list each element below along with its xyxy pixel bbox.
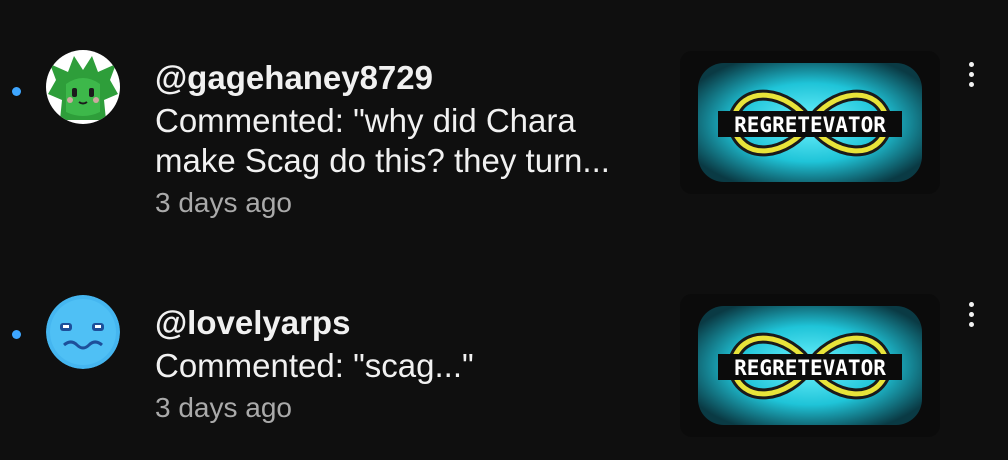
more-options-button[interactable] (956, 294, 986, 334)
notification-item[interactable]: @gagehaney8729 Commented: "why did Chara… (0, 0, 1008, 240)
comment-text: Commented: "why did Chara make Scag do t… (155, 102, 610, 179)
regretevator-thumbnail-image: REGRETEVATOR (680, 51, 940, 194)
timestamp: 3 days ago (155, 187, 292, 218)
unread-indicator (12, 330, 21, 339)
notification-text[interactable]: @gagehaney8729 Commented: "why did Chara… (155, 58, 655, 221)
notification-item[interactable]: @lovelyarps Commented: "scag..." 3 days … (0, 240, 1008, 460)
thumbnail-logo-text: REGRETEVATOR (734, 113, 886, 137)
user-handle: @lovelyarps (155, 304, 351, 341)
green-creature-avatar-icon (46, 50, 120, 124)
timestamp: 3 days ago (155, 392, 292, 423)
notification-list: @gagehaney8729 Commented: "why did Chara… (0, 0, 1008, 460)
notification-text[interactable]: @lovelyarps Commented: "scag..." 3 days … (155, 303, 655, 426)
more-vertical-icon (968, 301, 974, 307)
user-handle: @gagehaney8729 (155, 59, 433, 96)
thumbnail-logo-text: REGRETEVATOR (734, 356, 886, 380)
avatar[interactable] (46, 50, 120, 124)
video-thumbnail[interactable]: REGRETEVATOR (680, 294, 940, 437)
more-vertical-icon (968, 61, 974, 67)
comment-text: Commented: "scag..." (155, 347, 474, 384)
more-options-button[interactable] (956, 54, 986, 94)
regretevator-thumbnail-image: REGRETEVATOR (680, 294, 940, 437)
avatar[interactable] (46, 295, 120, 369)
blue-face-avatar-icon (46, 295, 120, 369)
unread-indicator (12, 87, 21, 96)
video-thumbnail[interactable]: REGRETEVATOR (680, 51, 940, 194)
